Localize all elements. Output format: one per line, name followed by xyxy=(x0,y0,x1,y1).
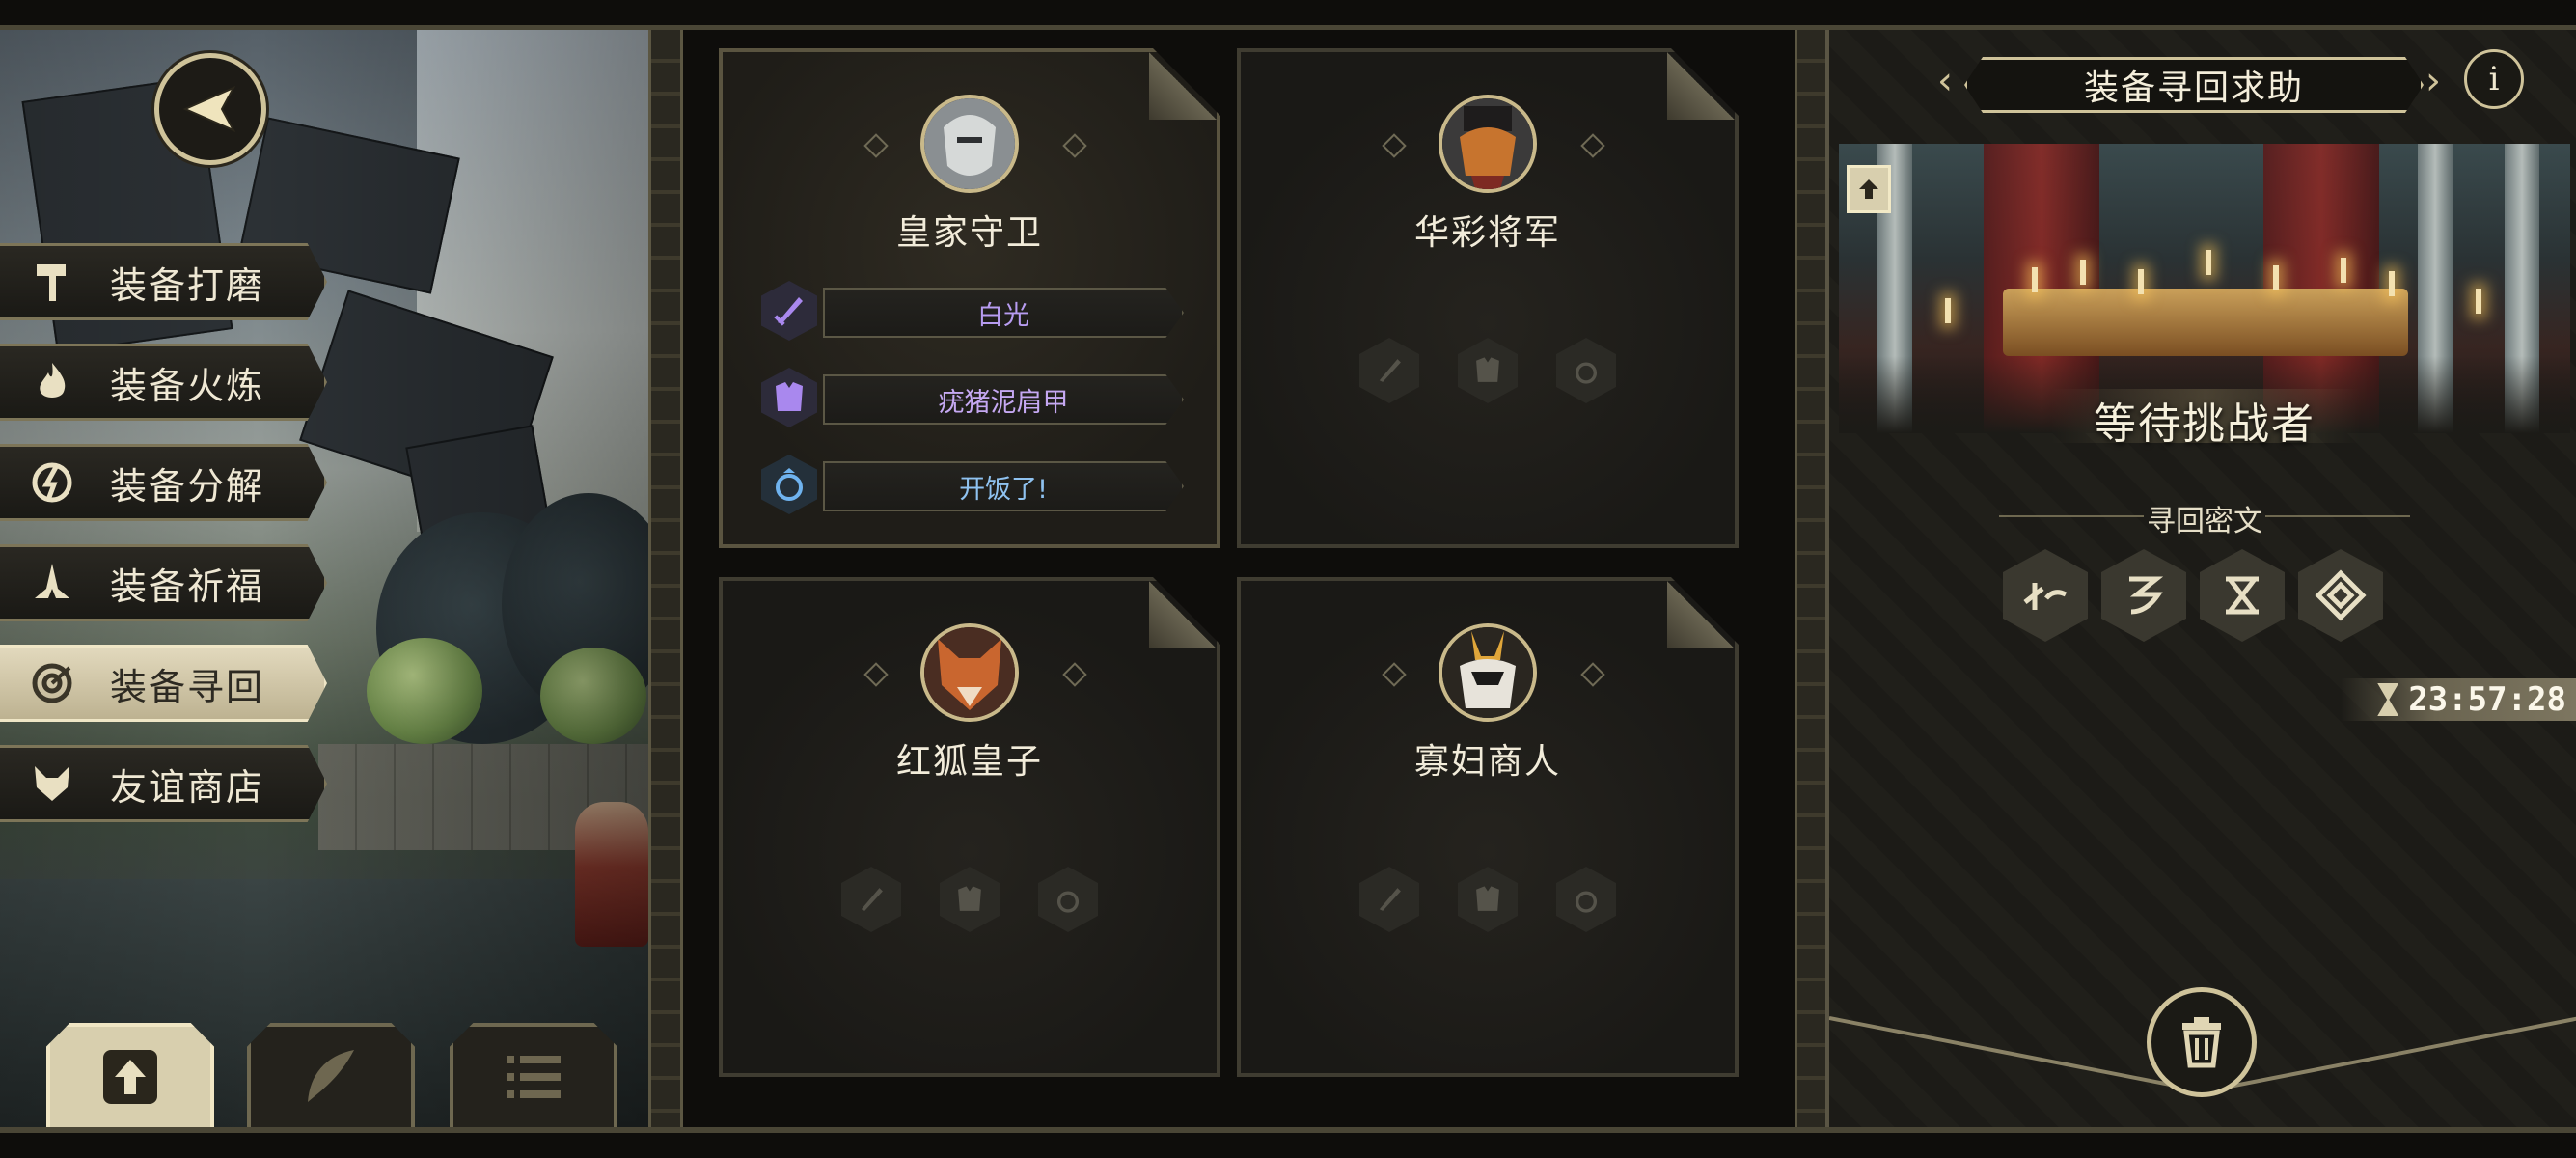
rune-slot[interactable] xyxy=(2298,549,2383,642)
character-name: 皇家守卫 xyxy=(895,213,1043,253)
armor-icon xyxy=(1476,357,1499,382)
divider-pillar xyxy=(648,30,683,1127)
menu-item-label: 装备寻回 xyxy=(110,665,265,708)
equipment-slot-armor[interactable]: 疣猪泥肩甲 xyxy=(761,368,1186,427)
hourglass-icon xyxy=(2377,683,2399,716)
trash-icon xyxy=(2182,1017,2221,1068)
sword-icon xyxy=(1379,359,1401,382)
armor-icon xyxy=(1476,886,1499,911)
avatar xyxy=(1439,623,1537,722)
target-icon xyxy=(23,654,81,712)
disassemble-icon xyxy=(23,454,81,511)
bottom-frame-border xyxy=(0,1127,2576,1133)
info-icon: i xyxy=(2488,60,2500,98)
menu-item-label: 装备火炼 xyxy=(110,364,265,407)
pray-icon xyxy=(23,554,81,612)
rune-section-title: 寻回密文 xyxy=(2147,505,2262,538)
equipment-name: 白光 xyxy=(823,288,1184,338)
retrieval-panel: ‹ 装备寻回求助 › i 等待挑战者 寻回密文 23:57:28 xyxy=(1825,30,2576,1127)
ring-icon xyxy=(1575,362,1598,384)
rune-4-icon xyxy=(2315,569,2367,621)
arrow-left-icon xyxy=(182,85,236,133)
trash-button[interactable] xyxy=(2147,987,2257,1097)
upload-icon xyxy=(1859,179,1878,199)
upload-icon xyxy=(96,1042,165,1116)
ring-icon xyxy=(761,455,817,514)
equipment-slot-weapon[interactable]: 白光 xyxy=(761,281,1186,341)
empty-armor-slot[interactable] xyxy=(1458,338,1518,403)
ring-icon xyxy=(1575,891,1598,913)
ring-icon xyxy=(1056,891,1080,913)
character-name: 寡妇商人 xyxy=(1413,742,1561,782)
equipment-slot-ring[interactable]: 开饭了! xyxy=(761,455,1186,514)
divider-pillar xyxy=(1795,30,1829,1127)
character-card-royal-guard[interactable]: 皇家守卫 白光 疣猪泥肩甲 开饭了! xyxy=(719,48,1220,548)
countdown-timer: 23:57:28 xyxy=(2341,678,2576,721)
fox-icon xyxy=(23,755,81,813)
avatar xyxy=(1439,95,1537,193)
armor-icon xyxy=(761,368,817,427)
rune-slot[interactable] xyxy=(2003,549,2088,642)
back-button[interactable] xyxy=(154,53,266,165)
list-icon xyxy=(499,1042,568,1116)
character-name: 华彩将军 xyxy=(1413,213,1561,253)
character-card-widow-merchant[interactable]: 寡妇商人 xyxy=(1237,577,1739,1077)
banquet-table xyxy=(2003,289,2408,356)
avatar xyxy=(920,95,1019,193)
chevron-left-icon: ‹ xyxy=(1937,59,1953,103)
sword-icon xyxy=(861,888,883,911)
character-name: 红狐皇子 xyxy=(895,742,1043,782)
menu-item-forge[interactable]: 装备火炼 xyxy=(0,344,327,421)
sword-icon xyxy=(761,281,817,341)
rune-list xyxy=(2003,549,2383,642)
menu-item-disassemble[interactable]: 装备分解 xyxy=(0,444,327,521)
avatar xyxy=(920,623,1019,722)
rune-slot[interactable] xyxy=(2101,549,2186,642)
empty-armor-slot[interactable] xyxy=(940,867,1000,932)
equipment-name: 疣猪泥肩甲 xyxy=(823,374,1184,425)
menu-item-bless[interactable]: 装备祈福 xyxy=(0,544,327,621)
character-card-fox-prince[interactable]: 红狐皇子 xyxy=(719,577,1220,1077)
armor-icon xyxy=(958,886,981,911)
chevron-right-icon: › xyxy=(2425,59,2441,103)
sword-icon xyxy=(1379,888,1401,911)
menu-item-label: 友谊商店 xyxy=(110,765,265,809)
empty-ring-slot[interactable] xyxy=(1556,867,1616,932)
empty-equipment-slots xyxy=(1241,867,1735,932)
equipment-name: 开饭了! xyxy=(823,461,1184,511)
empty-weapon-slot[interactable] xyxy=(1359,338,1419,403)
empty-armor-slot[interactable] xyxy=(1458,867,1518,932)
hammer-icon xyxy=(23,253,81,311)
character-card-general[interactable]: 华彩将军 xyxy=(1237,48,1739,548)
menu-item-label: 装备打磨 xyxy=(110,263,265,307)
menu-item-friend-shop[interactable]: 友谊商店 xyxy=(0,745,327,822)
menu-item-polish[interactable]: 装备打磨 xyxy=(0,243,327,320)
status-text: 等待挑战者 xyxy=(2094,400,2316,449)
rune-2-icon xyxy=(2129,576,2164,615)
empty-ring-slot[interactable] xyxy=(1038,867,1098,932)
feather-button[interactable] xyxy=(247,1023,415,1131)
rune-3-icon xyxy=(2226,576,2259,615)
menu-item-label: 装备分解 xyxy=(110,464,265,508)
info-button[interactable]: i xyxy=(2464,49,2524,109)
rune-1-icon xyxy=(2023,583,2068,610)
upload-button[interactable] xyxy=(46,1023,214,1131)
menu-item-retrieve[interactable]: 装备寻回 xyxy=(0,645,327,722)
feather-icon xyxy=(296,1042,366,1116)
menu-item-label: 装备祈福 xyxy=(110,565,265,608)
empty-equipment-slots xyxy=(723,867,1217,932)
panel-title: 装备寻回求助 xyxy=(1964,57,2424,113)
rune-slot[interactable] xyxy=(2200,549,2285,642)
empty-ring-slot[interactable] xyxy=(1556,338,1616,403)
empty-weapon-slot[interactable] xyxy=(1359,867,1419,932)
upload-badge[interactable] xyxy=(1847,165,1891,213)
list-button[interactable] xyxy=(450,1023,617,1131)
empty-equipment-slots xyxy=(1241,338,1735,403)
timer-value: 23:57:28 xyxy=(2408,680,2566,719)
flame-icon xyxy=(23,353,81,411)
empty-weapon-slot[interactable] xyxy=(841,867,901,932)
